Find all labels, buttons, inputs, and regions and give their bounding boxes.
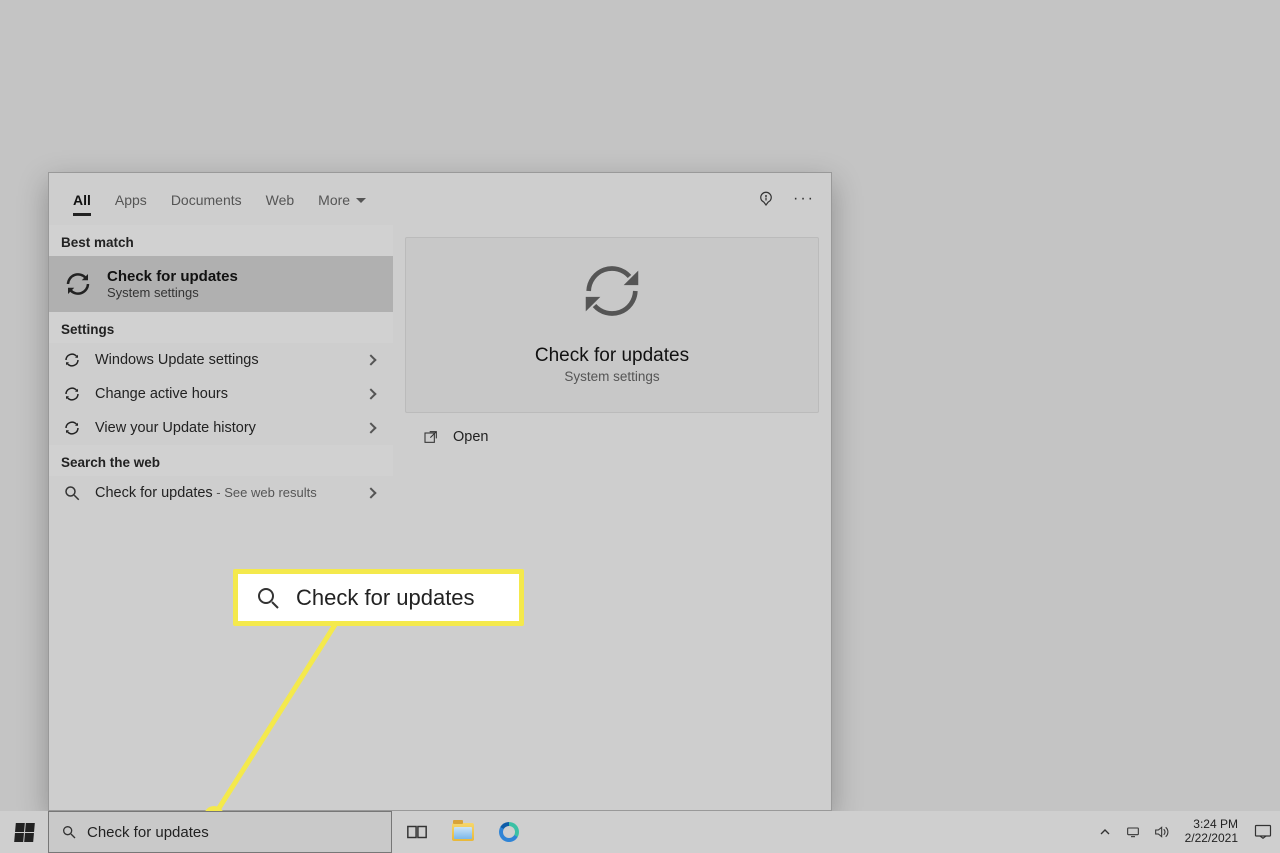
clock-date: 2/22/2021 xyxy=(1185,832,1238,846)
callout-text: Check for updates xyxy=(296,585,475,611)
result-label: View your Update history xyxy=(95,420,353,436)
result-preview-pane: Check for updates System settings Open xyxy=(393,225,831,810)
tab-more-label: More xyxy=(318,192,350,208)
chevron-right-icon xyxy=(365,354,376,365)
web-result-label: Check for updates - See web results xyxy=(95,485,353,501)
web-result[interactable]: Check for updates - See web results xyxy=(49,476,393,510)
best-match-title: Check for updates xyxy=(107,268,238,285)
system-tray: 3:24 PM 2/22/2021 xyxy=(1097,818,1280,846)
preview-title: Check for updates xyxy=(416,345,808,367)
sync-icon xyxy=(63,385,81,403)
search-icon xyxy=(63,484,81,502)
clock-time: 3:24 PM xyxy=(1185,818,1238,832)
sync-icon xyxy=(63,351,81,369)
search-callout: Check for updates xyxy=(233,569,524,626)
folder-icon xyxy=(452,823,474,841)
search-results-panel: All Apps Documents Web More ··· Best mat… xyxy=(48,172,832,811)
settings-item[interactable]: Windows Update settings xyxy=(49,343,393,377)
best-match-subtitle: System settings xyxy=(107,285,238,300)
start-button[interactable] xyxy=(0,811,48,853)
web-result-suffix: - See web results xyxy=(213,485,317,500)
task-view-button[interactable] xyxy=(406,821,428,843)
taskbar: Check for updates 3:24 PM 2/22/2021 xyxy=(0,811,1280,853)
volume-icon[interactable] xyxy=(1153,824,1169,840)
taskbar-pinned-apps xyxy=(406,821,520,843)
best-match-result[interactable]: Check for updates System settings xyxy=(49,256,393,312)
section-best-match: Best match xyxy=(49,225,393,256)
results-list: Best match Check for updates System sett… xyxy=(49,225,393,810)
settings-results: Windows Update settings Change active ho… xyxy=(49,343,393,445)
settings-item[interactable]: Change active hours xyxy=(49,377,393,411)
more-options-button[interactable]: ··· xyxy=(793,190,815,208)
open-icon xyxy=(423,429,439,445)
taskbar-clock[interactable]: 3:24 PM 2/22/2021 xyxy=(1181,818,1242,846)
edge-icon xyxy=(499,822,519,842)
web-result-query: Check for updates xyxy=(95,485,213,501)
search-icon xyxy=(61,824,77,840)
preview-card: Check for updates System settings xyxy=(405,237,819,413)
result-label: Change active hours xyxy=(95,386,353,402)
chevron-right-icon xyxy=(365,388,376,399)
sync-icon xyxy=(63,419,81,437)
settings-item[interactable]: View your Update history xyxy=(49,411,393,445)
network-icon[interactable] xyxy=(1125,824,1141,840)
windows-logo-icon xyxy=(14,823,35,842)
tab-all[interactable]: All xyxy=(61,176,103,222)
search-icon xyxy=(256,586,280,610)
chevron-down-icon xyxy=(356,198,366,208)
open-action[interactable]: Open xyxy=(405,413,819,461)
open-label: Open xyxy=(453,429,488,445)
tab-more[interactable]: More xyxy=(306,176,378,222)
taskbar-search-box[interactable]: Check for updates xyxy=(48,811,392,853)
tab-documents[interactable]: Documents xyxy=(159,176,254,222)
search-value: Check for updates xyxy=(87,824,209,841)
section-settings: Settings xyxy=(49,312,393,343)
search-filter-tabs: All Apps Documents Web More ··· xyxy=(49,173,831,225)
feedback-icon[interactable] xyxy=(757,190,775,208)
sync-icon xyxy=(63,269,93,299)
sync-icon xyxy=(577,256,647,326)
action-center-button[interactable] xyxy=(1254,824,1272,840)
result-label: Windows Update settings xyxy=(95,352,353,368)
tab-web[interactable]: Web xyxy=(254,176,307,222)
tab-apps[interactable]: Apps xyxy=(103,176,159,222)
preview-subtitle: System settings xyxy=(416,369,808,384)
section-search-web: Search the web xyxy=(49,445,393,476)
chevron-right-icon xyxy=(365,422,376,433)
tray-overflow-button[interactable] xyxy=(1097,824,1113,840)
edge-browser-button[interactable] xyxy=(498,821,520,843)
chevron-right-icon xyxy=(365,487,376,498)
file-explorer-button[interactable] xyxy=(452,821,474,843)
